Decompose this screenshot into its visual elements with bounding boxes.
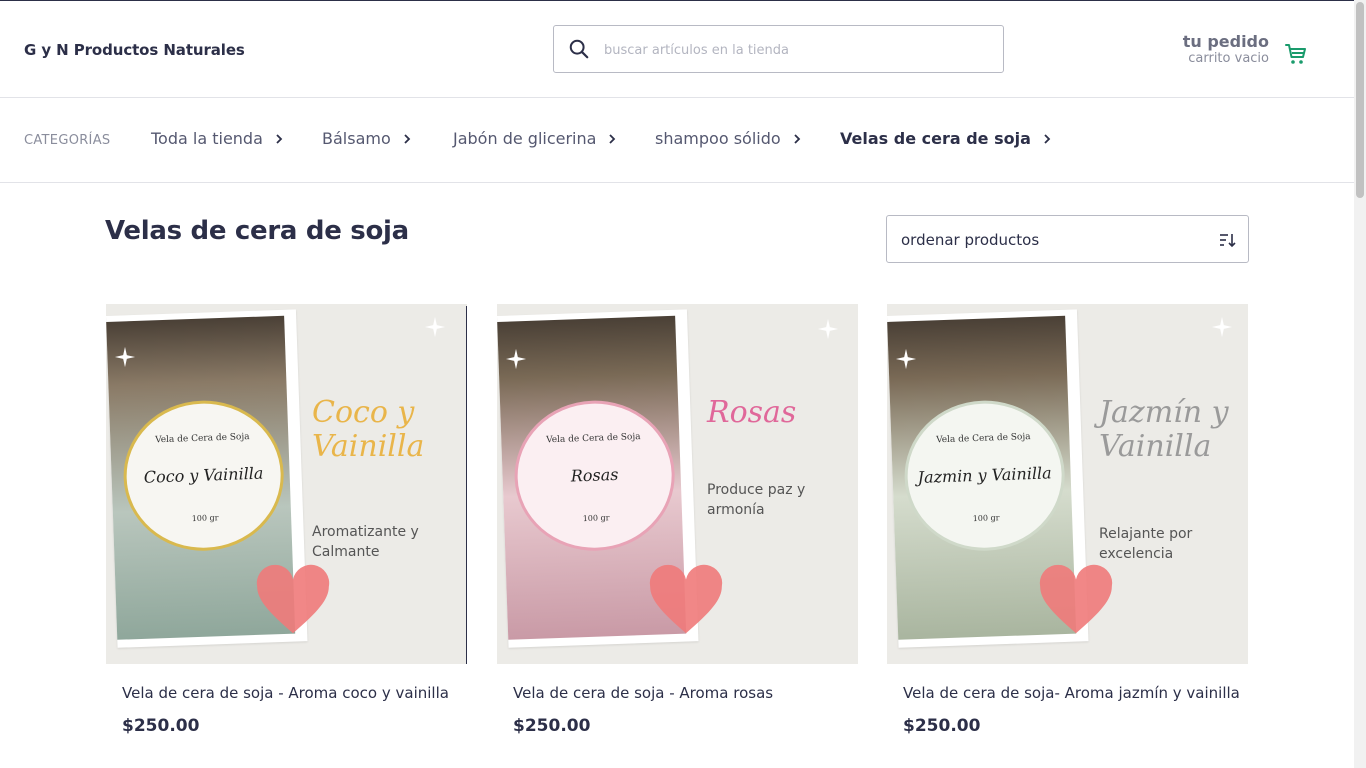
heart-icon — [256, 564, 330, 634]
label-script: Coco y Vainilla — [143, 463, 264, 487]
label-top: Vela de Cera de Soja — [154, 432, 250, 446]
label-top: Vela de Cera de Soja — [935, 432, 1031, 446]
product-image[interactable]: Vela de Cera de Soja Coco y Vainilla 100… — [106, 304, 467, 664]
sparkle-icon — [1211, 316, 1233, 338]
product-card[interactable]: Vela de Cera de Soja Rosas 100 gr Rosas … — [497, 304, 858, 736]
sparkle-icon — [895, 348, 917, 370]
header: G y N Productos Naturales tu pedido carr… — [0, 1, 1354, 98]
sparkle-icon — [424, 316, 446, 338]
scrollbar-thumb[interactable] — [1356, 2, 1364, 198]
search-input[interactable] — [604, 38, 994, 62]
sparkle-icon — [505, 348, 527, 370]
label-weight: 100 gr — [972, 513, 1000, 524]
category-all[interactable]: Toda la tienda — [151, 129, 283, 148]
product-title[interactable]: Vela de cera de soja- Aroma jazmín y vai… — [887, 684, 1248, 702]
image-description: Produce paz y armonía — [707, 482, 806, 518]
scrollbar[interactable] — [1354, 0, 1366, 768]
search-icon — [569, 39, 589, 59]
category-label: Velas de cera de soja — [840, 129, 1031, 148]
product-price: $250.00 — [122, 716, 200, 736]
product-title[interactable]: Vela de cera de soja - Aroma coco y vain… — [106, 684, 467, 702]
cart-summary[interactable]: tu pedido carrito vacio — [1183, 32, 1269, 67]
label-weight: 100 gr — [191, 513, 219, 524]
category-label: Bálsamo — [322, 129, 391, 148]
product-title[interactable]: Vela de cera de soja - Aroma rosas — [497, 684, 858, 702]
label-top: Vela de Cera de Soja — [545, 432, 641, 446]
image-description: Aromatizante y Calmante — [312, 524, 419, 560]
chevron-right-icon — [1044, 133, 1051, 144]
image-script-title: Jazmín y Vainilla — [1099, 395, 1229, 464]
heart-icon — [1039, 564, 1113, 634]
product-image[interactable]: Vela de Cera de Soja Jazmin y Vainilla 1… — [887, 304, 1248, 664]
category-jabon[interactable]: Jabón de glicerina — [453, 129, 616, 148]
category-balsamo[interactable]: Bálsamo — [322, 129, 411, 148]
label-weight: 100 gr — [582, 513, 610, 524]
product-card[interactable]: Vela de Cera de Soja Jazmin y Vainilla 1… — [887, 304, 1248, 736]
category-shampoo[interactable]: shampoo sólido — [655, 129, 801, 148]
sort-label: ordenar productos — [901, 231, 1040, 249]
sparkle-icon — [114, 346, 136, 368]
chevron-right-icon — [794, 133, 800, 144]
chevron-right-icon — [609, 133, 616, 144]
label-script: Rosas — [570, 464, 619, 486]
product-card[interactable]: Vela de Cera de Soja Coco y Vainilla 100… — [106, 304, 467, 736]
cart-title: tu pedido — [1182, 32, 1269, 51]
brand-name[interactable]: G y N Productos Naturales — [24, 41, 245, 59]
cart-icon[interactable] — [1284, 42, 1308, 66]
category-label: Toda la tienda — [151, 129, 263, 148]
heart-icon — [649, 564, 723, 634]
sort-select[interactable]: ordenar productos — [886, 215, 1249, 263]
label-script: Jazmin y Vainilla — [917, 463, 1052, 488]
sort-icon — [1220, 234, 1236, 248]
product-image[interactable]: Vela de Cera de Soja Rosas 100 gr Rosas … — [497, 304, 858, 664]
divider — [466, 306, 467, 664]
chevron-right-icon — [404, 133, 411, 144]
category-label: Jabón de glicerina — [453, 129, 597, 148]
categories-bar: CATEGORÍAS Toda la tienda Bálsamo Jabón … — [0, 98, 1354, 183]
search-box[interactable] — [553, 25, 1004, 73]
chevron-right-icon — [276, 133, 283, 144]
category-label: shampoo sólido — [655, 129, 781, 148]
product-price: $250.00 — [903, 716, 981, 736]
image-script-title: Coco y Vainilla — [312, 395, 425, 464]
categories-label: CATEGORÍAS — [24, 133, 111, 148]
page-title: Velas de cera de soja — [105, 216, 409, 246]
cart-status: carrito vacio — [1188, 51, 1269, 66]
category-velas[interactable]: Velas de cera de soja — [840, 129, 1051, 148]
image-script-title: Rosas — [707, 395, 797, 430]
sparkle-icon — [817, 318, 839, 340]
product-price: $250.00 — [513, 716, 591, 736]
